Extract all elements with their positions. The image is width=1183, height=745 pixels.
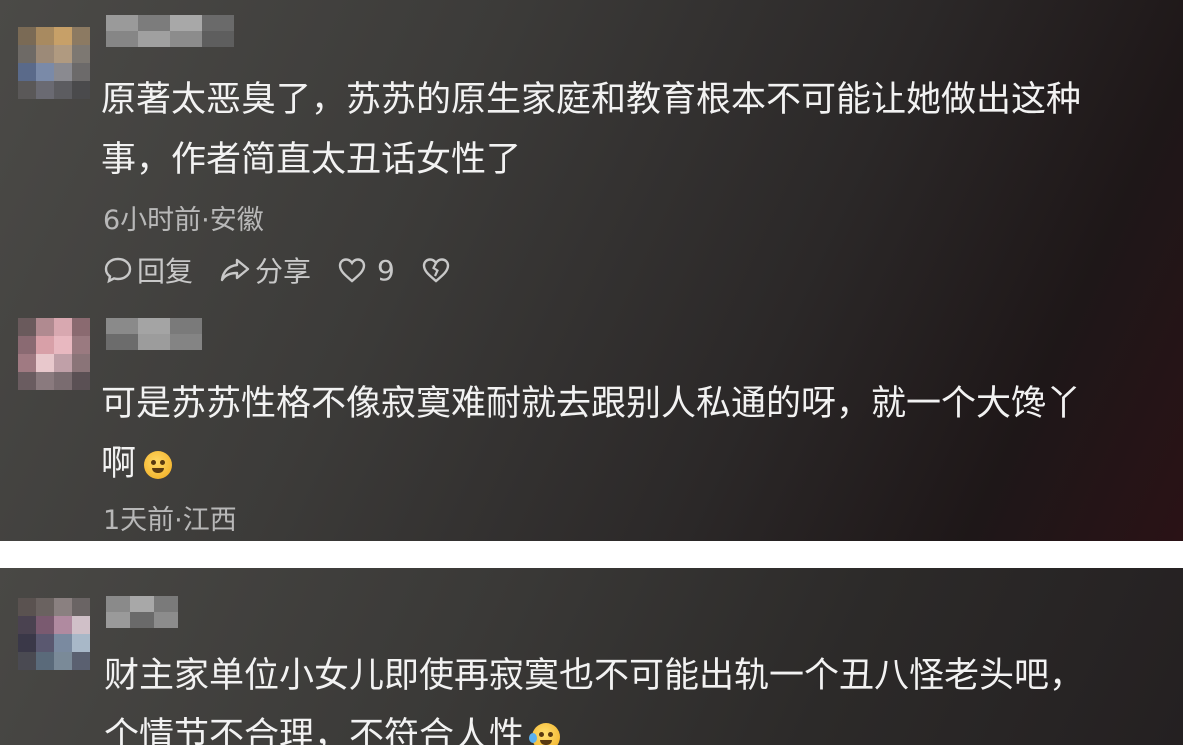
comment-text-line: 可是苏苏性格不像寂寞难耐就去跟别人私通的呀，就一个大馋丫 [101, 384, 1082, 424]
avatar[interactable] [18, 318, 90, 390]
avatar-pixel [18, 336, 36, 354]
avatar-pixel [36, 63, 54, 81]
comment-text-line: 原著太恶臭了，苏苏的原生家庭和教育根本不可能让她做出这种 [101, 80, 1082, 120]
avatar-pixel [36, 354, 54, 372]
comment-text-fragment: 啊 [101, 444, 137, 484]
avatar-pixel [18, 63, 36, 81]
avatar-pixel [72, 634, 90, 652]
comment-bubble-icon [104, 257, 132, 284]
laughing-crying-emoji-icon [529, 723, 561, 745]
avatar-pixel [54, 45, 72, 63]
avatar-pixel [54, 336, 72, 354]
avatar-pixel [18, 652, 36, 670]
reply-label: 回复 [137, 255, 194, 288]
share-label: 分享 [255, 255, 312, 288]
comment-text: 可是苏苏性格不像寂寞难耐就去跟别人私通的呀，就一个大馋丫 啊 [101, 374, 1183, 494]
avatar-pixel [18, 318, 36, 336]
avatar-pixel [72, 336, 90, 354]
avatar-pixel [36, 652, 54, 670]
avatar-pixel [72, 652, 90, 670]
comment-panel-bottom: 财主家单位小女儿即使再寂寞也不可能出轨一个丑八怪老头吧， 个情节不合理，不符合人… [0, 568, 1183, 745]
avatar[interactable] [18, 598, 90, 670]
comment-text-line: 个情节不合理，不符合人性 [104, 706, 1183, 745]
avatar[interactable] [18, 27, 90, 99]
avatar-pixel [54, 598, 72, 616]
reply-button[interactable]: 回复 [103, 250, 193, 290]
avatar-pixel [72, 372, 90, 390]
avatar-pixel [36, 318, 54, 336]
share-button[interactable]: 分享 [219, 250, 311, 290]
comment-text-line: 财主家单位小女儿即使再寂寞也不可能出轨一个丑八怪老头吧， [104, 656, 1085, 696]
avatar-pixel [36, 336, 54, 354]
comment-text: 财主家单位小女儿即使再寂寞也不可能出轨一个丑八怪老头吧， 个情节不合理，不符合人… [104, 646, 1183, 745]
avatar-pixel [36, 616, 54, 634]
avatar-pixel [36, 45, 54, 63]
avatar-pixel [18, 616, 36, 634]
comment-text-fragment: 个情节不合理，不符合人性 [104, 716, 525, 745]
like-count: 9 [377, 253, 395, 287]
avatar-pixel [36, 634, 54, 652]
comment-text-line: 事，作者简直太丑话女性了 [101, 140, 522, 180]
comment-text-line: 啊 [101, 434, 1183, 494]
share-arrow-icon [220, 258, 250, 282]
avatar-pixel [72, 598, 90, 616]
avatar-pixel [54, 652, 72, 670]
avatar-pixel [54, 372, 72, 390]
avatar-pixel [54, 616, 72, 634]
like-button[interactable]: 9 [337, 254, 395, 287]
avatar-pixel [18, 45, 36, 63]
comment-panel-top: 原著太恶臭了，苏苏的原生家庭和教育根本不可能让她做出这种 事，作者简直太丑话女性… [0, 0, 1183, 541]
avatar-pixel [18, 634, 36, 652]
broken-heart-icon [422, 258, 450, 283]
avatar-pixel [54, 81, 72, 99]
sad-face-emoji-icon [144, 451, 173, 479]
avatar-pixel [72, 63, 90, 81]
username-blurred[interactable] [106, 596, 178, 628]
avatar-pixel [36, 372, 54, 390]
avatar-pixel [54, 318, 72, 336]
avatar-pixel [18, 81, 36, 99]
comment-actions: 回复 分享 9 [103, 250, 481, 290]
dislike-button[interactable] [421, 255, 455, 285]
avatar-pixel [18, 372, 36, 390]
avatar-pixel [72, 318, 90, 336]
avatar-pixel [54, 634, 72, 652]
username-blurred[interactable] [106, 318, 202, 350]
avatar-pixel [72, 27, 90, 45]
avatar-pixel [72, 354, 90, 372]
username-blurred[interactable] [106, 15, 234, 47]
avatar-pixel [54, 27, 72, 45]
comment-meta: 6小时前·安徽 [103, 205, 264, 236]
avatar-pixel [36, 598, 54, 616]
avatar-pixel [18, 27, 36, 45]
comment-meta: 1天前·江西 [103, 505, 237, 536]
avatar-pixel [54, 354, 72, 372]
avatar-pixel [36, 27, 54, 45]
section-divider [0, 541, 1183, 568]
avatar-pixel [72, 45, 90, 63]
heart-icon [338, 258, 366, 283]
avatar-pixel [18, 598, 36, 616]
comment-text: 原著太恶臭了，苏苏的原生家庭和教育根本不可能让她做出这种 事，作者简直太丑话女性… [101, 70, 1183, 190]
avatar-pixel [54, 63, 72, 81]
avatar-pixel [72, 81, 90, 99]
avatar-pixel [36, 81, 54, 99]
avatar-pixel [72, 616, 90, 634]
avatar-pixel [18, 354, 36, 372]
